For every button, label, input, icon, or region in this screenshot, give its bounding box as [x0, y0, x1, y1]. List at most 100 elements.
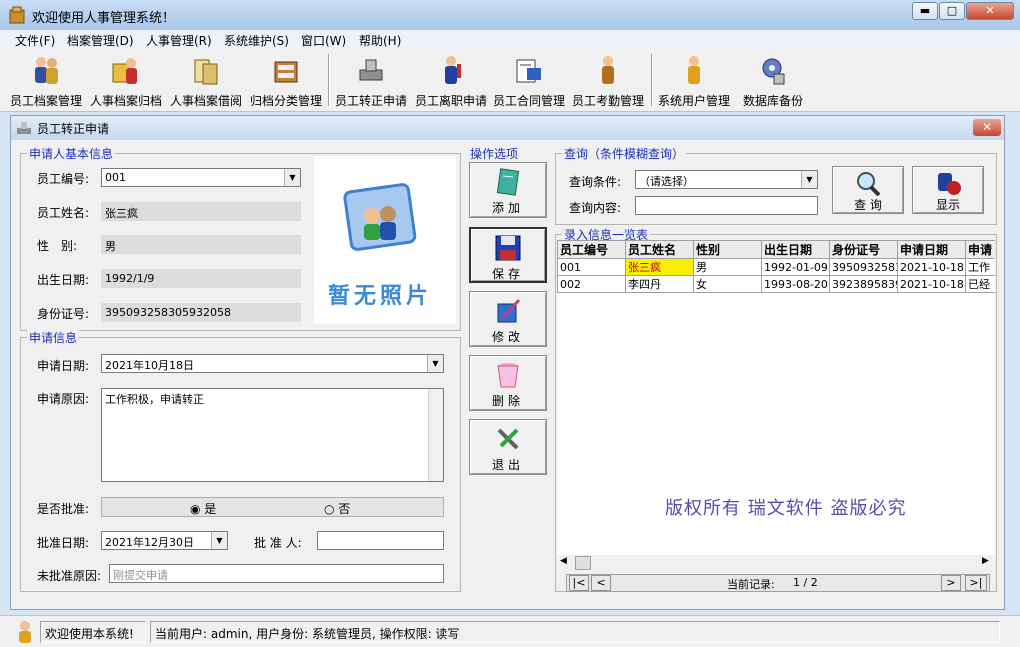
column-header[interactable]: 员工编号 [557, 240, 626, 259]
save-button[interactable]: 保存 [469, 227, 547, 283]
app-icon [9, 6, 25, 24]
approver-input[interactable] [317, 531, 444, 550]
status-bar: 欢迎使用本系统! 当前用户: admin, 用户身份: 系统管理员, 操作权限:… [0, 615, 1020, 647]
emp-no-combo[interactable]: 001 ▼ [101, 168, 301, 187]
scroll-thumb[interactable] [575, 556, 591, 570]
table-row[interactable]: 002 李四丹 女 1993-08-20 3923895839( 2021-10… [557, 275, 995, 293]
reason-label: 申请原因: [37, 392, 90, 406]
borrow-icon [194, 59, 218, 85]
apply-info-title: 申请信息 [27, 329, 80, 346]
menu-bar: 文件(F) 档案管理(D) 人事管理(R) 系统维护(S) 窗口(W) 帮助(H… [0, 30, 1020, 50]
menu-window[interactable]: 窗口(W) [301, 32, 346, 49]
exit-button[interactable]: 退出 [469, 419, 547, 475]
approve-yes-radio[interactable]: ◉ 是 [190, 500, 216, 517]
nav-first-button[interactable]: |< [569, 575, 589, 591]
records-table: 员工编号 员工姓名 性别 出生日期 身份证号 申请日期 申请 001 张三疯 男… [557, 240, 995, 293]
child-title: 员工转正申请 [37, 122, 110, 136]
scroll-right-icon[interactable]: ▶ [982, 556, 989, 566]
id-field: 395093258305932058 [101, 303, 301, 322]
maximize-button[interactable]: □ [939, 2, 965, 20]
edit-button[interactable]: 修改 [469, 291, 547, 347]
display-button[interactable]: 显示 [912, 166, 984, 214]
query-title: 查询（条件模糊查询） [562, 145, 687, 162]
column-header[interactable]: 身份证号 [829, 240, 898, 259]
reject-reason-label: 未批准原因: [37, 569, 102, 583]
window-titlebar: 欢迎使用人事管理系统！ ▬ □ ✕ [0, 0, 1020, 30]
approve-date-label: 批准日期: [37, 536, 90, 550]
database-gear-icon [762, 58, 785, 85]
toolbar-employee-file[interactable]: 员工档案管理 [8, 52, 84, 108]
query-content-label: 查询内容: [569, 201, 622, 215]
column-header[interactable]: 申请日期 [897, 240, 966, 259]
toolbar-regularization[interactable]: 员工转正申请 [333, 52, 409, 108]
toolbar-contract[interactable]: 员工合同管理 [491, 52, 567, 108]
gender-field: 男 [101, 235, 301, 254]
photo-panel: 暂无照片 [314, 156, 456, 324]
edit-pencil-icon [497, 299, 521, 323]
user-icon [688, 56, 700, 84]
column-header[interactable]: 性别 [693, 240, 762, 259]
basic-info-title: 申请人基本信息 [27, 145, 116, 162]
search-button[interactable]: 查 询 [832, 166, 904, 214]
delete-button[interactable]: 删除 [469, 355, 547, 411]
toolbar-borrow[interactable]: 人事档案借阅 [168, 52, 244, 108]
chevron-down-icon[interactable]: ▼ [211, 532, 227, 549]
contract-icon [516, 59, 541, 83]
reject-reason-input[interactable]: 刚提交申请 [109, 564, 444, 583]
add-button[interactable]: 添加 [469, 162, 547, 218]
attendance-icon [602, 56, 614, 84]
file-cabinet-icon [274, 61, 298, 83]
chevron-down-icon[interactable]: ▼ [427, 355, 443, 372]
column-header[interactable]: 申请 [965, 240, 995, 259]
name-field: 张三疯 [101, 202, 301, 221]
birth-field: 1992/1/9 [101, 269, 301, 288]
child-close-button[interactable]: ✕ [973, 119, 1001, 136]
column-header[interactable]: 员工姓名 [625, 240, 694, 259]
column-header[interactable]: 出生日期 [761, 240, 830, 259]
close-button[interactable]: ✕ [966, 2, 1014, 20]
approve-date-picker[interactable]: 2021年12月30日 ▼ [101, 531, 228, 550]
toolbar-resignation[interactable]: 员工离职申请 [413, 52, 489, 108]
chevron-down-icon[interactable]: ▼ [801, 171, 817, 188]
reason-scrollbar[interactable] [428, 389, 443, 481]
chevron-down-icon[interactable]: ▼ [284, 169, 300, 186]
minimize-button[interactable]: ▬ [912, 2, 938, 20]
menu-archive[interactable]: 档案管理(D) [67, 32, 134, 49]
status-welcome: 欢迎使用本系统! [40, 621, 146, 643]
menu-file[interactable]: 文件(F) [15, 32, 55, 49]
nav-last-button[interactable]: >| [965, 575, 987, 591]
status-user-info: 当前用户: admin, 用户身份: 系统管理员, 操作权限: 读写 [150, 621, 1000, 643]
emp-no-label: 员工编号: [37, 172, 90, 186]
table-row[interactable]: 001 张三疯 男 1992-01-09 3950932583( 2021-10… [557, 258, 995, 276]
approver-label: 批 准 人: [254, 536, 302, 550]
name-label: 员工姓名: [37, 206, 90, 220]
nav-prev-button[interactable]: < [591, 575, 611, 591]
selected-cell: 张三疯 [625, 258, 694, 276]
scroll-left-icon[interactable]: ◀ [560, 556, 567, 566]
horizontal-scrollbar[interactable]: ◀ ▶ [557, 555, 995, 571]
approval-radio-group: ◉ 是 ○ 否 [101, 497, 444, 517]
child-titlebar: 员工转正申请 ✕ [11, 116, 1004, 140]
toolbar-system-users[interactable]: 系统用户管理 [656, 52, 732, 108]
stamp-icon [359, 59, 383, 81]
toolbar-archive[interactable]: 人事档案归档 [88, 52, 164, 108]
nav-next-button[interactable]: > [941, 575, 961, 591]
person-leave-icon [445, 56, 461, 84]
toolbar-category[interactable]: 归档分类管理 [248, 52, 324, 108]
menu-system[interactable]: 系统维护(S) [224, 32, 289, 49]
menu-help[interactable]: 帮助(H) [359, 32, 401, 49]
toolbar-separator [651, 54, 653, 106]
toolbar: 员工档案管理 人事档案归档 人事档案借阅 归档分类管理 员工转正申请 员工离职申… [0, 50, 1020, 112]
menu-personnel[interactable]: 人事管理(R) [146, 32, 212, 49]
records-grid: 员工编号 员工姓名 性别 出生日期 身份证号 申请日期 申请 001 张三疯 男… [557, 240, 995, 555]
record-navigator: |< < 当前记录: 1 / 2 > >| [566, 574, 990, 592]
toolbar-attendance[interactable]: 员工考勤管理 [570, 52, 646, 108]
reason-textarea[interactable]: 工作积极，申请转正 [101, 388, 444, 482]
query-content-input[interactable] [635, 196, 818, 215]
apply-date-picker[interactable]: 2021年10月18日 ▼ [101, 354, 444, 373]
toolbar-db-backup[interactable]: 数据库备份 [738, 52, 808, 108]
apply-date-label: 申请日期: [37, 359, 90, 373]
record-label: 当前记录: [727, 578, 775, 591]
approve-no-radio[interactable]: ○ 否 [324, 500, 350, 517]
query-condition-select[interactable]: （请选择） ▼ [635, 170, 818, 189]
